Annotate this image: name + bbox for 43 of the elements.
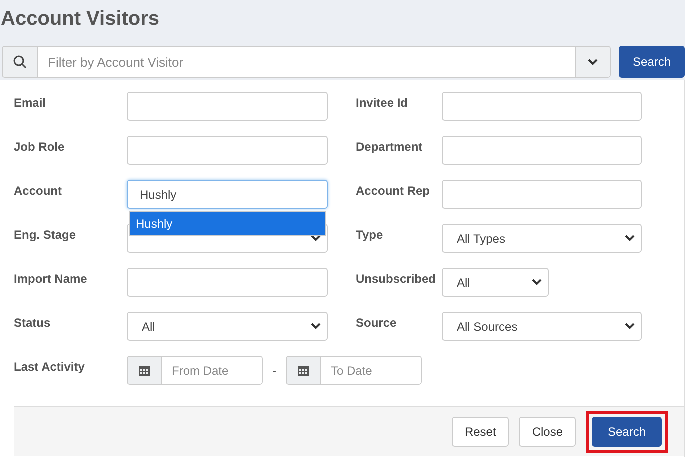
chevron-down-icon	[588, 58, 598, 66]
field-label: Eng. Stage	[14, 227, 78, 244]
field-label: Status	[14, 315, 52, 332]
select-field[interactable]: All Types	[442, 224, 642, 253]
calendar-icon	[298, 365, 309, 376]
field-label: Source	[356, 315, 398, 332]
chevron-down-icon	[625, 235, 635, 242]
field-label: Department	[356, 139, 424, 156]
field-label: Unsubscribed	[356, 271, 438, 288]
text-field[interactable]	[442, 136, 642, 165]
to-date-field[interactable]: To Date	[286, 356, 422, 385]
field-label: Job Role	[14, 139, 66, 156]
search-button[interactable]: Search	[619, 46, 685, 78]
select-field[interactable]: All	[442, 268, 549, 297]
text-field[interactable]	[127, 92, 328, 121]
footer-button[interactable]: Close	[519, 416, 576, 446]
field-label: Account	[14, 183, 63, 200]
calendar-icon	[139, 365, 150, 376]
field-label: Import Name	[14, 271, 88, 288]
field-label: Account Rep	[356, 183, 432, 200]
field-label: Last Activity	[14, 359, 86, 376]
text-field[interactable]	[442, 92, 642, 121]
text-field[interactable]	[442, 180, 642, 209]
from-date-field[interactable]: From Date	[127, 356, 263, 385]
range-separator: -	[272, 364, 278, 378]
search-icon	[13, 55, 27, 69]
select-field[interactable]: All	[127, 312, 328, 341]
select-field[interactable]: All Sources	[442, 312, 642, 341]
chevron-down-icon	[625, 323, 635, 330]
filter-field[interactable]: Filter by Account Visitor	[2, 46, 612, 78]
page-title: Account Visitors	[0, 8, 161, 32]
footer-button[interactable]: Reset	[452, 416, 510, 446]
field-label: Type	[356, 227, 384, 244]
text-field[interactable]	[127, 136, 328, 165]
chevron-down-icon	[532, 279, 542, 286]
chevron-down-icon	[311, 235, 321, 242]
account-field[interactable]: Hushly	[127, 180, 328, 209]
field-label: Email	[14, 95, 48, 112]
search-button[interactable]: Search	[592, 416, 662, 446]
chevron-down-icon	[311, 323, 321, 330]
suggestion-item[interactable]: Hushly	[130, 212, 325, 235]
field-label: Invitee Id	[356, 95, 410, 112]
text-field[interactable]	[127, 268, 328, 297]
